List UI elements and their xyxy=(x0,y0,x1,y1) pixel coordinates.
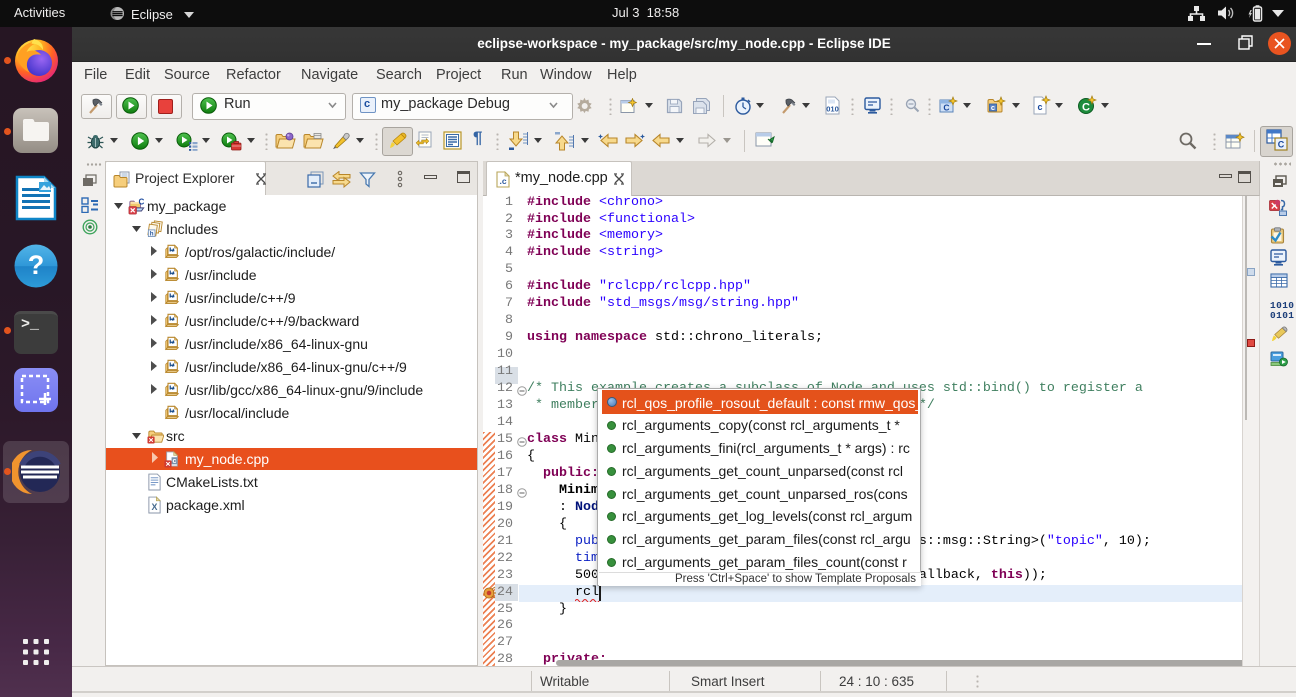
svg-text:C: C xyxy=(943,103,949,113)
svg-text:010: 010 xyxy=(826,105,839,114)
svg-text:h: h xyxy=(150,230,154,237)
svg-text:C: C xyxy=(1082,102,1090,114)
svg-text:?: ? xyxy=(28,250,45,280)
svg-text:c: c xyxy=(173,457,177,465)
svg-text:c: c xyxy=(991,103,995,112)
svg-text:X: X xyxy=(152,502,158,512)
svg-text:C: C xyxy=(1278,140,1285,150)
svg-text:c: c xyxy=(1037,102,1042,112)
svg-text:C: C xyxy=(139,198,145,206)
svg-text:.c: .c xyxy=(499,176,506,186)
